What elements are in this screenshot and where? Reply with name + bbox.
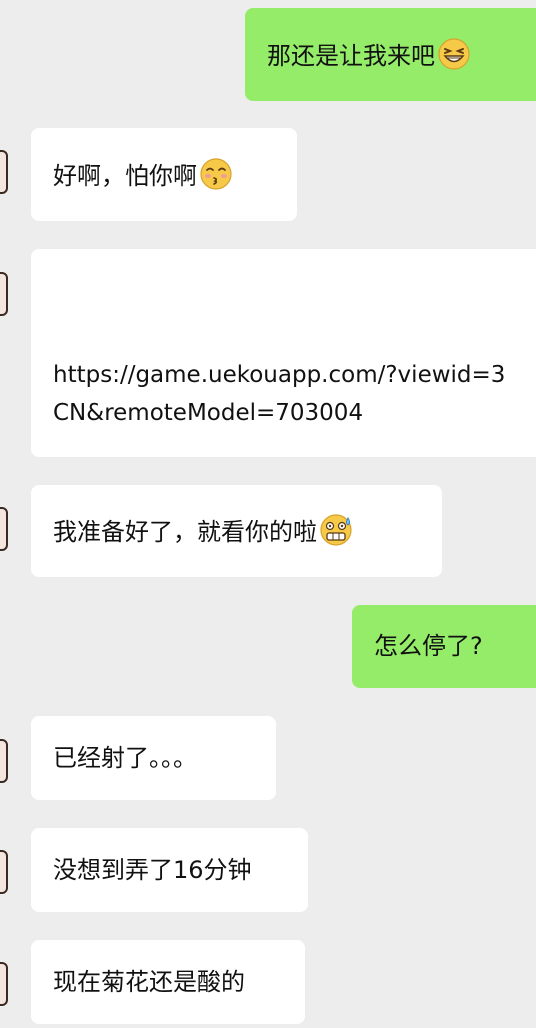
message-bubble-outgoing[interactable]: 怎么停了?: [352, 605, 536, 688]
message-text: 已经射了。。。: [53, 744, 197, 772]
message-text: 现在菊花还是酸的: [53, 968, 245, 996]
chat-window: 那还是让我来吧 好啊，怕你啊 https://game.uekouapp.com…: [0, 0, 536, 1028]
sweat-grin-emoji-icon: [320, 514, 352, 546]
avatar[interactable]: [0, 150, 8, 194]
avatar[interactable]: [0, 739, 8, 783]
avatar[interactable]: [0, 850, 8, 894]
message-text: 那还是让我来吧: [267, 42, 435, 70]
message-bubble-incoming[interactable]: 现在菊花还是酸的: [31, 940, 305, 1024]
link-line-1[interactable]: https://game.uekouapp.com/?viewid=3: [53, 359, 505, 391]
message-bubble-outgoing[interactable]: 那还是让我来吧: [245, 8, 536, 101]
message-bubble-incoming[interactable]: 好啊，怕你啊: [31, 128, 297, 221]
message-bubble-incoming[interactable]: 已经射了。。。: [31, 716, 276, 800]
avatar[interactable]: [0, 507, 8, 551]
message-text: 我准备好了，就看你的啦: [53, 518, 317, 546]
avatar[interactable]: [0, 962, 8, 1006]
message-bubble-incoming[interactable]: 我准备好了，就看你的啦: [31, 485, 442, 577]
avatar[interactable]: [0, 272, 8, 316]
message-bubble-incoming[interactable]: 没想到弄了16分钟: [31, 828, 308, 912]
message-text: 好啊，怕你啊: [53, 162, 197, 190]
kissing-blush-emoji-icon: [200, 158, 232, 190]
message-bubble-incoming-link[interactable]: https://game.uekouapp.com/?viewid=3 CN&r…: [31, 249, 536, 457]
message-text: 没想到弄了16分钟: [53, 856, 252, 884]
message-text: 怎么停了?: [374, 632, 483, 660]
grinning-squint-emoji-icon: [438, 38, 470, 70]
link-line-2[interactable]: CN&remoteModel=703004: [53, 397, 363, 429]
